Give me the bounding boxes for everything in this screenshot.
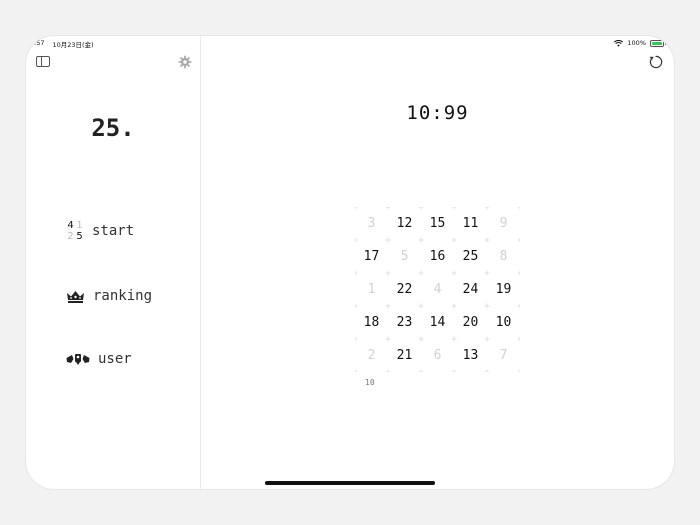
sidebar-item-start[interactable]: 4 1 2 5 start [66,220,134,242]
board-cell[interactable]: 14 [421,306,454,339]
timer: 10:99 [406,102,469,124]
game-area: 10:99 3 12 15 11 9 17 5 16 25 8 1 22 4 24 19 18 23 14 20 10… [201,36,674,489]
board-cell[interactable]: 16 [421,240,454,273]
board-cell[interactable]: 20 [454,306,487,339]
board-cell[interactable]: 18 [355,306,388,339]
sidebar-item-user[interactable]: user [66,351,132,367]
user-badge-icon [66,353,90,365]
board-cell[interactable]: 8 [487,240,520,273]
next-number-label: 10 [365,378,375,387]
board-cell[interactable]: 22 [388,273,421,306]
ipad-screen: :57 10月23日(金) 100% 25. 4 1 2 5 start ran… [26,36,674,489]
number-board: 3 12 15 11 9 17 5 16 25 8 1 22 4 24 19 18 23 14 20 10 2 21 6 13… [355,207,520,372]
board-cell[interactable]: 7 [487,339,520,372]
board-cell[interactable]: 24 [454,273,487,306]
board-cell[interactable]: 19 [487,273,520,306]
board-cell[interactable]: 5 [388,240,421,273]
crown-icon [67,290,84,303]
board-cell[interactable]: 25 [454,240,487,273]
sidebar-toggle-icon[interactable] [36,56,50,67]
sidebar: 25. 4 1 2 5 start ranking user [26,36,201,489]
board-cell[interactable]: 23 [388,306,421,339]
sidebar-item-label: user [98,351,132,367]
board-cell[interactable]: 12 [388,207,421,240]
number-grid-icon: 4 1 2 5 [67,220,83,242]
board-cell[interactable]: 4 [421,273,454,306]
reset-icon[interactable] [648,54,664,70]
gear-icon[interactable] [178,55,192,69]
board-cell[interactable]: 21 [388,339,421,372]
board-cell[interactable]: 11 [454,207,487,240]
sidebar-item-ranking[interactable]: ranking [66,288,152,304]
board-cell[interactable]: 2 [355,339,388,372]
board-cell[interactable]: 6 [421,339,454,372]
board-cell[interactable]: 13 [454,339,487,372]
sidebar-item-label: ranking [93,288,153,304]
home-indicator[interactable] [265,481,435,485]
board-cell[interactable]: 15 [421,207,454,240]
board-cell[interactable]: 3 [355,207,388,240]
board-cell[interactable]: 9 [487,207,520,240]
board-cell[interactable]: 17 [355,240,388,273]
board-cell[interactable]: 1 [355,273,388,306]
sidebar-item-label: start [92,223,135,239]
app-logo: 25. [91,114,135,142]
board-cell[interactable]: 10 [487,306,520,339]
